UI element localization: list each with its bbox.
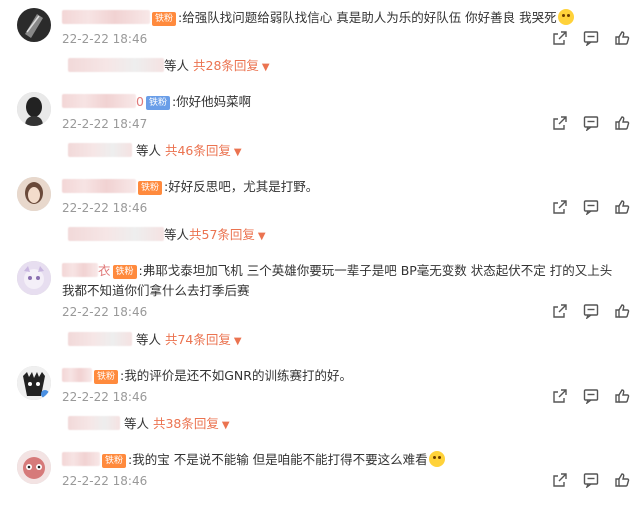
comment-actions: [552, 472, 632, 490]
share-icon[interactable]: [552, 472, 570, 490]
avatar[interactable]: [17, 92, 51, 126]
comment-text-continued: 我都不知道你们拿什么去打季后赛: [62, 283, 250, 298]
reply-users[interactable]: [68, 227, 164, 241]
comment-body: 衣铁粉:弗耶戈泰坦加飞机 三个英雄你要玩一辈子是吧 BP毫无变数 状态起伏不定 …: [62, 261, 633, 281]
comment-time: 22-2-22 18:46: [62, 390, 148, 404]
comment-text: :好好反思吧，尤其是打野。: [164, 179, 319, 194]
like-icon[interactable]: [614, 30, 632, 48]
comment-actions: [552, 30, 632, 48]
comment-item: 铁粉:我的评价是还不如GNR的训练赛打的好。 22-2-22 18:46 等人 …: [0, 358, 641, 442]
crying-emoji-icon: [428, 451, 445, 467]
comment-icon[interactable]: [583, 199, 601, 217]
comment-icon[interactable]: [583, 472, 601, 490]
share-icon[interactable]: [552, 115, 570, 133]
avatar[interactable]: [17, 8, 51, 42]
reply-users[interactable]: [68, 143, 132, 157]
reply-summary[interactable]: 等人 共74条回复 ▼: [68, 329, 242, 351]
comment-icon[interactable]: [583, 115, 601, 133]
like-icon[interactable]: [614, 303, 632, 321]
comment-icon[interactable]: [583, 30, 601, 48]
username[interactable]: [62, 368, 92, 382]
comment-icon[interactable]: [583, 303, 601, 321]
share-icon[interactable]: [552, 199, 570, 217]
comment-item: 铁粉:好好反思吧，尤其是打野。 22-2-22 18:46 等人共57条回复 ▼: [0, 169, 641, 253]
reply-count[interactable]: 共46条回复: [165, 143, 231, 158]
comment-body: 0 铁粉:你好他妈菜啊: [62, 92, 633, 112]
reply-tail: 等人: [135, 332, 161, 347]
fan-badge: 铁粉: [138, 181, 163, 195]
fan-badge: 铁粉: [94, 370, 119, 384]
comment-text: :你好他妈菜啊: [171, 94, 252, 109]
avatar[interactable]: [17, 177, 51, 211]
comment-item: 铁粉:给强队找问题给弱队找信心 真是助人为乐的好队伍 你好善良 我哭死 22-2…: [0, 0, 641, 84]
reply-tail: 等人: [164, 227, 190, 242]
reply-users[interactable]: [68, 416, 120, 430]
reply-count[interactable]: 共57条回复: [189, 227, 255, 242]
username[interactable]: [62, 94, 136, 108]
like-icon[interactable]: [614, 472, 632, 490]
comment-text: :我的宝 不是说不能输 但是咱能不能打得不要这么难看: [128, 452, 428, 467]
reply-summary[interactable]: 等人 共46条回复 ▼: [68, 140, 242, 162]
share-icon[interactable]: [552, 303, 570, 321]
comment-item: 铁粉:我的宝 不是说不能输 但是咱能不能打得不要这么难看 22-2-22 18:…: [0, 442, 641, 526]
comment-body: 铁粉:我的宝 不是说不能输 但是咱能不能打得不要这么难看: [62, 450, 633, 470]
comment-actions: [552, 115, 632, 133]
username[interactable]: [62, 179, 136, 193]
comment-text: :弗耶戈泰坦加飞机 三个英雄你要玩一辈子是吧 BP毫无变数 状态起伏不定 打的又…: [138, 263, 613, 278]
username-tail[interactable]: 0: [136, 94, 144, 109]
comment-time: 22-2-22 18:46: [62, 32, 148, 46]
chevron-down-icon[interactable]: ▼: [258, 231, 266, 242]
chevron-down-icon[interactable]: ▼: [234, 147, 242, 158]
comment-text: :给强队找问题给弱队找信心 真是助人为乐的好队伍 你好善良 我哭死: [178, 10, 557, 25]
comment-item: 0 铁粉:你好他妈菜啊 22-2-22 18:47 等人 共46条回复 ▼: [0, 84, 641, 168]
fan-badge: 铁粉: [145, 96, 170, 110]
comment-time: 22-2-22 18:46: [62, 201, 148, 215]
comment-time: 22-2-22 18:47: [62, 117, 148, 131]
comment-actions: [552, 199, 632, 217]
comment-actions: [552, 388, 632, 406]
chevron-down-icon[interactable]: ▼: [222, 420, 230, 431]
reply-tail: 等人: [164, 58, 190, 73]
reply-summary[interactable]: 等人 共38条回复 ▼: [68, 413, 230, 435]
like-icon[interactable]: [614, 388, 632, 406]
comment-body: 铁粉:好好反思吧，尤其是打野。: [62, 177, 633, 197]
share-icon[interactable]: [552, 30, 570, 48]
avatar[interactable]: [17, 261, 51, 295]
avatar[interactable]: [17, 366, 51, 400]
avatar[interactable]: [17, 450, 51, 484]
fan-badge: 铁粉: [152, 12, 177, 26]
reply-count[interactable]: 共74条回复: [165, 332, 231, 347]
reply-tail: 等人: [123, 416, 149, 431]
reply-count[interactable]: 共38条回复: [153, 416, 219, 431]
reply-count[interactable]: 共28条回复: [193, 58, 259, 73]
reply-summary[interactable]: 等人共57条回复 ▼: [68, 224, 266, 246]
comment-time: 22-2-22 18:46: [62, 305, 148, 319]
like-icon[interactable]: [614, 199, 632, 217]
reply-users[interactable]: [68, 332, 132, 346]
like-icon[interactable]: [614, 115, 632, 133]
reply-users[interactable]: [68, 58, 164, 72]
chevron-down-icon[interactable]: ▼: [262, 62, 270, 73]
username[interactable]: [62, 263, 98, 277]
username-tail[interactable]: 衣: [98, 263, 111, 278]
comment-text: :我的评价是还不如GNR的训练赛打的好。: [120, 368, 352, 383]
reply-summary[interactable]: 等人 共28条回复 ▼: [68, 55, 270, 77]
fan-badge: 铁粉: [112, 265, 137, 279]
comment-icon[interactable]: [583, 388, 601, 406]
username[interactable]: [62, 10, 150, 24]
comment-actions: [552, 303, 632, 321]
comment-body: 铁粉:给强队找问题给弱队找信心 真是助人为乐的好队伍 你好善良 我哭死: [62, 8, 633, 28]
share-icon[interactable]: [552, 388, 570, 406]
crying-emoji-icon: [557, 9, 574, 25]
fan-badge: 铁粉: [102, 454, 127, 468]
comment-item: 衣铁粉:弗耶戈泰坦加飞机 三个英雄你要玩一辈子是吧 BP毫无变数 状态起伏不定 …: [0, 253, 641, 347]
comment-time: 22-2-22 18:46: [62, 474, 148, 488]
chevron-down-icon[interactable]: ▼: [234, 336, 242, 347]
username[interactable]: [62, 452, 100, 466]
reply-tail: 等人: [135, 143, 161, 158]
comment-body: 铁粉:我的评价是还不如GNR的训练赛打的好。: [62, 366, 633, 386]
